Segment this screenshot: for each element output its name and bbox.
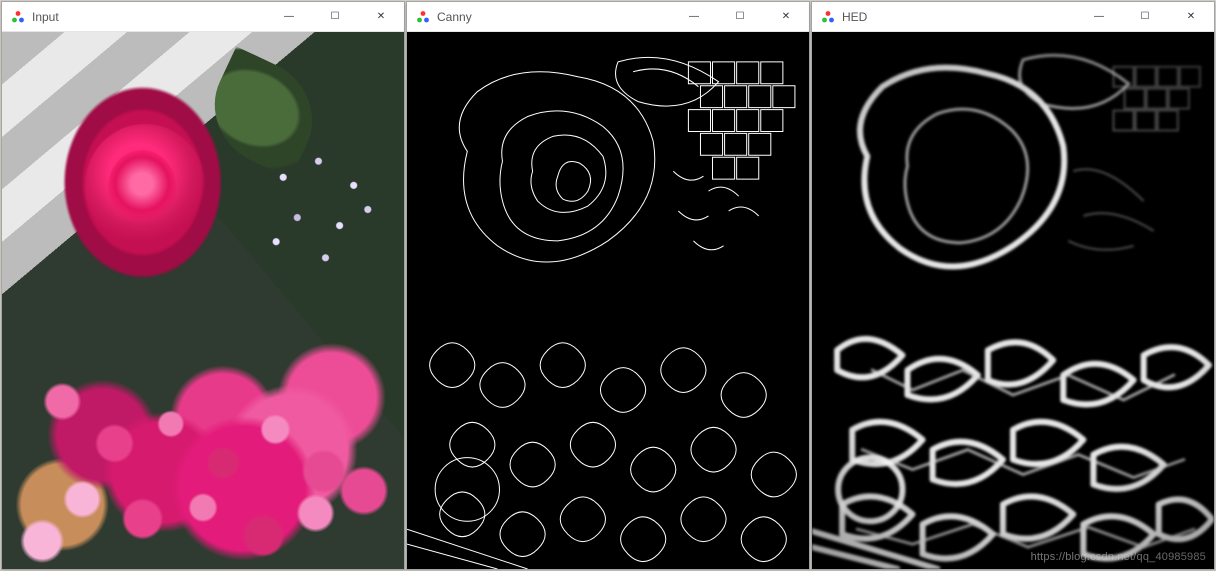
rose (50, 86, 243, 301)
titlebar[interactable]: HED — ☐ ✕ (812, 2, 1214, 32)
window-title: Canny (437, 10, 671, 24)
minimize-icon: — (284, 11, 294, 22)
titlebar[interactable]: Canny — ☐ ✕ (407, 2, 809, 32)
maximize-icon: ☐ (736, 11, 745, 22)
minimize-icon: — (689, 11, 699, 22)
minimize-button[interactable]: — (266, 2, 312, 31)
babys-breath (255, 129, 396, 290)
maximize-button[interactable]: ☐ (312, 2, 358, 31)
window-input: Input — ☐ ✕ (1, 1, 405, 570)
image-viewport (407, 32, 809, 569)
close-button[interactable]: ✕ (358, 2, 404, 31)
titlebar[interactable]: Input — ☐ ✕ (2, 2, 404, 32)
minimize-icon: — (1094, 11, 1104, 22)
maximize-button[interactable]: ☐ (1122, 2, 1168, 31)
watermark-text: https://blog.csdn.net/qq_40985985 (1031, 551, 1206, 563)
minimize-button[interactable]: — (671, 2, 717, 31)
maximize-icon: ☐ (331, 11, 340, 22)
image-viewport: https://blog.csdn.net/qq_40985985 (812, 32, 1214, 569)
window-controls: — ☐ ✕ (671, 2, 809, 31)
input-image (2, 32, 404, 569)
opencv-icon (820, 9, 836, 25)
close-button[interactable]: ✕ (1168, 2, 1214, 31)
close-icon: ✕ (782, 11, 790, 22)
image-viewport (2, 32, 404, 569)
window-title: Input (32, 10, 266, 24)
canny-edge-image (407, 32, 809, 569)
pink-flowers (2, 290, 404, 569)
close-icon: ✕ (377, 11, 385, 22)
opencv-icon (415, 9, 431, 25)
close-icon: ✕ (1187, 11, 1195, 22)
window-controls: — ☐ ✕ (266, 2, 404, 31)
window-hed: HED — ☐ ✕ (811, 1, 1215, 570)
hed-edge-image: https://blog.csdn.net/qq_40985985 (812, 32, 1214, 569)
window-controls: — ☐ ✕ (1076, 2, 1214, 31)
window-title: HED (842, 10, 1076, 24)
opencv-icon (10, 9, 26, 25)
close-button[interactable]: ✕ (763, 2, 809, 31)
window-canny: Canny — ☐ ✕ (406, 1, 810, 570)
minimize-button[interactable]: — (1076, 2, 1122, 31)
maximize-icon: ☐ (1141, 11, 1150, 22)
maximize-button[interactable]: ☐ (717, 2, 763, 31)
